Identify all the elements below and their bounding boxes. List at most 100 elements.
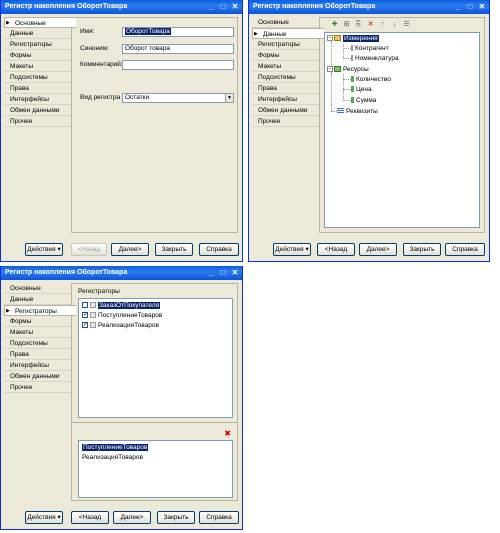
- data-panel: ✚ ⊞ ⎘ ✕ ↑ ↓ ☰ − Измерения Контрагент Ном…: [319, 17, 485, 233]
- tab-templates[interactable]: Макеты: [252, 61, 320, 72]
- tab-other[interactable]: Прочее: [4, 116, 72, 127]
- minimize-icon[interactable]: _: [454, 3, 462, 11]
- tab-other[interactable]: Прочее: [4, 382, 72, 393]
- tab-templates[interactable]: Макеты: [4, 327, 72, 338]
- tree-node-item[interactable]: Номенклатура: [351, 54, 399, 63]
- tab-data[interactable]: Данные: [4, 294, 72, 305]
- chevron-down-icon[interactable]: ▼: [225, 94, 233, 102]
- tab-rights[interactable]: Права: [4, 83, 72, 94]
- name-value: ОборотТовара: [125, 28, 171, 35]
- move-down-icon[interactable]: ↓: [390, 21, 399, 29]
- tree-node-attributes[interactable]: Реквизиты: [337, 107, 378, 116]
- close-icon[interactable]: ✕: [231, 269, 239, 277]
- name-field[interactable]: ОборотТовара: [122, 27, 234, 37]
- list-item[interactable]: ПоступлениеТоваров: [82, 443, 149, 452]
- collapse-icon[interactable]: −: [327, 66, 333, 73]
- tree-node-item[interactable]: Контрагент: [351, 44, 389, 53]
- checkbox-checked[interactable]: ✓: [82, 322, 88, 329]
- list-item[interactable]: РеализацияТоваров: [82, 453, 143, 462]
- tab-data-exchange[interactable]: Обмен данными: [252, 105, 320, 116]
- tab-data[interactable]: Данные: [252, 28, 324, 40]
- resource-icon: [351, 86, 354, 93]
- next-button[interactable]: Далее>: [111, 243, 149, 256]
- kind-select[interactable]: Остатки ▼: [122, 93, 234, 103]
- data-tree[interactable]: − Измерения Контрагент Номенклатура − Ресу…: [324, 32, 480, 228]
- tree-node-item[interactable]: Сумма: [351, 96, 376, 105]
- tab-interfaces[interactable]: Интерфейсы: [4, 94, 72, 105]
- close-icon[interactable]: ✕: [478, 3, 486, 11]
- tab-data[interactable]: Данные: [4, 28, 72, 39]
- tab-subsystems[interactable]: Подсистемы: [4, 338, 72, 349]
- back-button[interactable]: <Назад: [71, 511, 109, 524]
- tab-templates[interactable]: Макеты: [4, 61, 72, 72]
- tab-main[interactable]: Основные: [4, 17, 76, 29]
- window-data: Регистр накопления ОборотТовара _ □ ✕ Ос…: [248, 0, 490, 262]
- tab-registrars[interactable]: Регистраторы: [4, 39, 72, 50]
- actions-button[interactable]: Действия ▾: [25, 243, 63, 256]
- minimize-icon[interactable]: _: [207, 269, 215, 277]
- list-item[interactable]: ✓ РеализацияТоваров: [82, 321, 159, 330]
- checkbox-checked[interactable]: ✓: [82, 312, 88, 319]
- back-button[interactable]: <Назад: [317, 243, 355, 256]
- actions-label: Действия: [27, 514, 56, 521]
- back-button[interactable]: <Назад: [71, 243, 107, 256]
- add-child-icon[interactable]: ⊞: [342, 21, 351, 29]
- tab-rights[interactable]: Права: [252, 83, 320, 94]
- tree-label: Сумма: [356, 97, 377, 104]
- help-label: Справка: [206, 514, 232, 521]
- list-item[interactable]: ЗаказОтПокупателя: [82, 301, 161, 310]
- tree-node-item[interactable]: Количество: [351, 75, 391, 84]
- close-button[interactable]: Закрыть: [403, 243, 441, 256]
- tree-node-item[interactable]: Цена: [351, 85, 372, 94]
- sort-icon[interactable]: ☰: [402, 21, 411, 29]
- tab-forms[interactable]: Формы: [4, 50, 72, 61]
- close-icon[interactable]: ✕: [231, 3, 239, 11]
- tab-registrars[interactable]: Регистраторы: [252, 39, 320, 50]
- tab-registrars[interactable]: Регистраторы: [4, 305, 76, 317]
- help-button[interactable]: Справка: [199, 243, 239, 256]
- tab-interfaces[interactable]: Интерфейсы: [252, 94, 320, 105]
- list-item[interactable]: ✓ ПоступлениеТоваров: [82, 311, 162, 320]
- next-button[interactable]: Далее>: [359, 243, 397, 256]
- tab-rights[interactable]: Права: [4, 349, 72, 360]
- actions-button[interactable]: Действия ▾: [273, 243, 311, 256]
- move-up-icon[interactable]: ↑: [378, 21, 387, 29]
- help-button[interactable]: Справка: [445, 243, 485, 256]
- add-icon[interactable]: ✚: [330, 21, 339, 29]
- help-button[interactable]: Справка: [199, 511, 239, 524]
- tab-forms[interactable]: Формы: [252, 50, 320, 61]
- comment-field[interactable]: [122, 60, 234, 70]
- tab-forms[interactable]: Формы: [4, 316, 72, 327]
- collapse-icon[interactable]: −: [327, 35, 333, 42]
- tab-data-exchange[interactable]: Обмен данными: [4, 105, 72, 116]
- next-label: Далее>: [118, 246, 142, 253]
- delete-icon[interactable]: ✕: [366, 21, 375, 29]
- tree-node-dimensions[interactable]: − Измерения: [327, 34, 379, 43]
- close-button[interactable]: Закрыть: [155, 243, 193, 256]
- tab-subsystems[interactable]: Подсистемы: [4, 72, 72, 83]
- synonym-field[interactable]: Оборот товара: [122, 44, 234, 54]
- minimize-icon[interactable]: _: [207, 3, 215, 11]
- copy-icon[interactable]: ⎘: [354, 21, 363, 29]
- actions-button[interactable]: Действия ▾: [25, 511, 63, 524]
- tab-subsystems[interactable]: Подсистемы: [252, 72, 320, 83]
- maximize-icon[interactable]: □: [466, 3, 474, 11]
- tab-main[interactable]: Основные: [4, 283, 72, 294]
- tab-sidebar: Основные Данные Регистраторы Формы Макет…: [252, 17, 324, 233]
- tab-label: Интерфейсы: [10, 362, 49, 369]
- next-button[interactable]: Далее>: [113, 511, 151, 524]
- registrars-list[interactable]: ЗаказОтПокупателя ✓ ПоступлениеТоваров ✓ Р…: [78, 298, 233, 418]
- close-button[interactable]: Закрыть: [157, 511, 195, 524]
- maximize-icon[interactable]: □: [219, 3, 227, 11]
- selected-list[interactable]: ПоступлениеТоваров РеализацияТоваров: [78, 440, 233, 498]
- tree-node-resources[interactable]: − Ресурсы: [327, 65, 369, 74]
- tab-other[interactable]: Прочее: [252, 116, 320, 127]
- tree-label: Номенклатура: [355, 55, 399, 62]
- clear-icon[interactable]: ✖: [224, 429, 231, 438]
- checkbox[interactable]: [82, 302, 88, 309]
- maximize-icon[interactable]: □: [219, 269, 227, 277]
- divider: [72, 422, 237, 423]
- tab-interfaces[interactable]: Интерфейсы: [4, 360, 72, 371]
- tab-data-exchange[interactable]: Обмен данными: [4, 371, 72, 382]
- tab-main[interactable]: Основные: [252, 17, 320, 28]
